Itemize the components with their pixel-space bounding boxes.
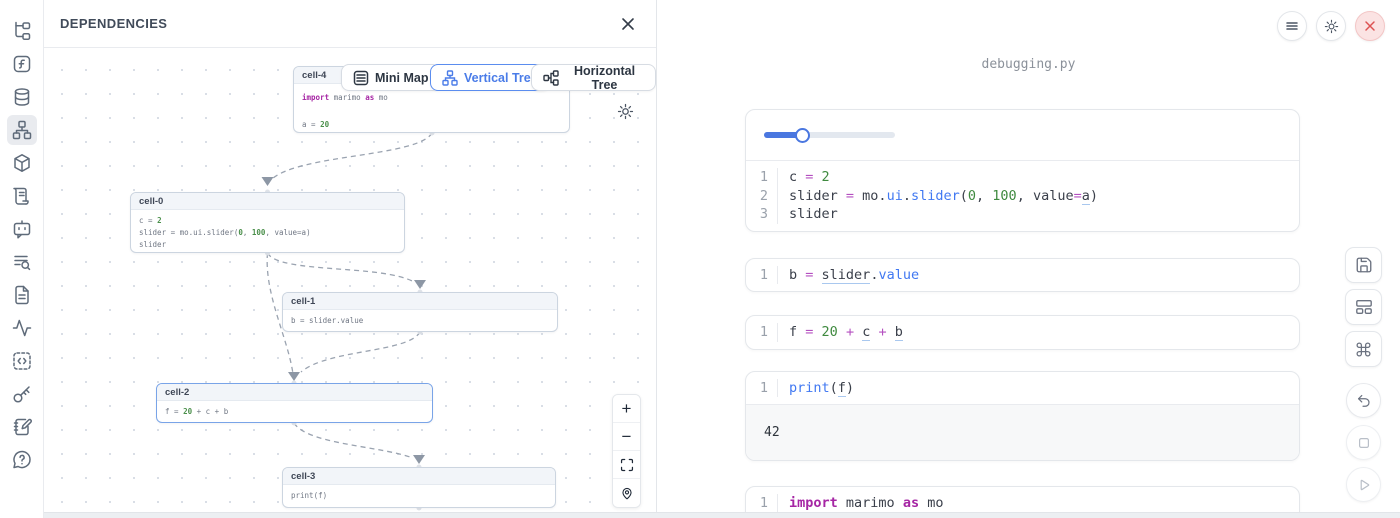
slider-thumb[interactable]	[795, 128, 810, 143]
node-title: cell-0	[131, 193, 404, 210]
locate-node-button[interactable]	[613, 479, 640, 507]
graph-node-cell-3[interactable]: cell-3 print(f)	[282, 467, 556, 508]
fit-view-button[interactable]	[613, 451, 640, 479]
undo-button[interactable]	[1346, 383, 1381, 418]
mini-map-icon	[353, 70, 369, 86]
notebook-cell-b[interactable]: 1b = slider.value	[745, 258, 1300, 293]
settings-button[interactable]	[1316, 11, 1346, 41]
horizontal-scrollbar[interactable]	[44, 512, 1400, 518]
graph-node-cell-0[interactable]: cell-0 c = 2slider = mo.ui.slider(0, 100…	[130, 192, 405, 253]
documentation-icon[interactable]	[7, 181, 37, 211]
node-title: cell-1	[283, 293, 557, 310]
dependencies-icon[interactable]	[7, 115, 37, 145]
notebook-side-actions	[1345, 247, 1382, 509]
file-text-icon[interactable]	[7, 280, 37, 310]
panel-icon-rail	[0, 0, 44, 518]
secrets-icon[interactable]	[7, 379, 37, 409]
mini-map-button[interactable]: Mini Map	[341, 64, 440, 91]
code-editor[interactable]: 1print(f)	[746, 372, 1299, 405]
graph-node-cell-2[interactable]: cell-2 f = 20 + c + b	[156, 383, 433, 423]
map-pin-icon	[620, 486, 634, 500]
cell-output-area	[746, 110, 1299, 161]
horizontal-tree-label: Horizontal Tree	[565, 64, 644, 92]
code-editor[interactable]: 1c = 22slider = mo.ui.slider(0, 100, val…	[746, 161, 1299, 231]
vertical-tree-icon	[442, 70, 458, 86]
save-icon	[1355, 256, 1373, 274]
node-code: print(f)	[283, 485, 555, 507]
cell-console-output: 42	[746, 404, 1299, 460]
notebook-cells: 1c = 22slider = mo.ui.slider(0, 100, val…	[745, 109, 1300, 518]
code-editor[interactable]: 1f = 20 + c + b	[746, 316, 1299, 349]
stop-button[interactable]	[1346, 425, 1381, 460]
packages-icon[interactable]	[7, 148, 37, 178]
horizontal-tree-button[interactable]: Horizontal Tree	[531, 64, 656, 91]
ai-chat-icon[interactable]	[7, 214, 37, 244]
graph-zoom-controls: + −	[612, 394, 641, 508]
horizontal-tree-icon	[543, 70, 559, 86]
graph-settings-button[interactable]	[617, 103, 634, 123]
dependency-graph-canvas[interactable]: cell-4 import marimo as mo a = 20 cell-0…	[44, 48, 656, 518]
notebook-filename: debugging.py	[657, 57, 1400, 72]
maximize-icon	[620, 458, 634, 472]
close-icon	[621, 17, 635, 31]
save-button[interactable]	[1345, 247, 1382, 283]
undo-icon	[1356, 393, 1372, 409]
notebook-top-actions	[1277, 11, 1385, 41]
close-panel-button[interactable]	[616, 12, 640, 36]
node-code: f = 20 + c + b	[157, 401, 432, 423]
command-palette-button[interactable]	[1345, 331, 1382, 367]
file-tree-icon[interactable]	[7, 16, 37, 46]
code-editor[interactable]: 1b = slider.value	[746, 259, 1299, 292]
slider-output[interactable]	[764, 132, 895, 138]
gear-icon	[1324, 19, 1339, 34]
datasources-icon[interactable]	[7, 82, 37, 112]
variables-icon[interactable]	[7, 49, 37, 79]
dependencies-panel-header: DEPENDENCIES	[44, 0, 656, 48]
logs-icon[interactable]	[7, 247, 37, 277]
gear-icon	[617, 103, 634, 120]
node-code: import marimo as mo a = 20	[294, 84, 569, 133]
hamburger-menu-icon	[1285, 19, 1299, 33]
notebook-area: debugging.py 1c = 22slider = mo.ui.slide…	[657, 0, 1400, 518]
scratchpad-icon[interactable]	[7, 412, 37, 442]
zoom-out-button[interactable]: −	[613, 423, 640, 451]
notebook-cell-slider[interactable]: 1c = 22slider = mo.ui.slider(0, 100, val…	[745, 109, 1300, 232]
run-button[interactable]	[1346, 467, 1381, 502]
tracing-icon[interactable]	[7, 313, 37, 343]
notebook-cell-f[interactable]: 1f = 20 + c + b	[745, 315, 1300, 350]
notebook-cell-print[interactable]: 1print(f) 42	[745, 371, 1300, 462]
graph-node-cell-1[interactable]: cell-1 b = slider.value	[282, 292, 558, 332]
node-code: b = slider.value	[283, 310, 557, 332]
close-icon	[1364, 20, 1376, 32]
node-title: cell-3	[283, 468, 555, 485]
command-icon	[1355, 341, 1372, 358]
dependencies-panel: DEPENDENCIES	[44, 0, 657, 518]
play-icon	[1356, 477, 1372, 493]
mini-map-label: Mini Map	[375, 71, 428, 85]
panel-title: DEPENDENCIES	[60, 16, 167, 31]
layout-icon	[1355, 298, 1373, 316]
layout-toggle-button[interactable]	[1345, 289, 1382, 325]
app-root: DEPENDENCIES	[0, 0, 1400, 518]
node-title: cell-2	[157, 384, 432, 401]
help-icon[interactable]	[7, 445, 37, 475]
menu-button[interactable]	[1277, 11, 1307, 41]
stop-icon	[1356, 435, 1372, 451]
snippets-icon[interactable]	[7, 346, 37, 376]
shutdown-button[interactable]	[1355, 11, 1385, 41]
vertical-tree-label: Vertical Tree	[464, 71, 538, 85]
node-code: c = 2slider = mo.ui.slider(0, 100, value…	[131, 210, 404, 253]
zoom-in-button[interactable]: +	[613, 395, 640, 423]
